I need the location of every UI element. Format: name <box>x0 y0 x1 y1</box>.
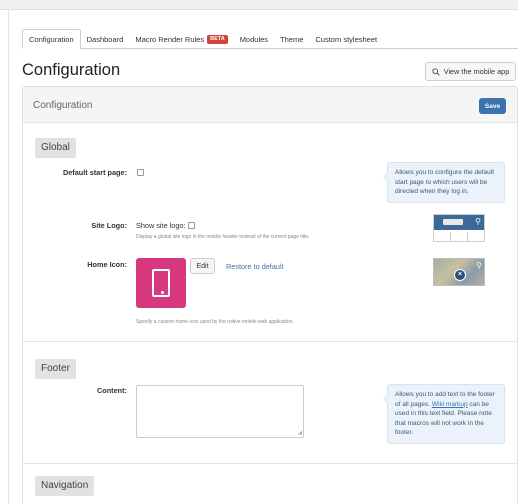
beta-badge: BETA <box>207 34 228 44</box>
view-mobile-app-button[interactable]: View the mobile app <box>425 62 516 81</box>
tab-label: Modules <box>239 34 269 44</box>
search-icon: ⚲ <box>475 217 481 226</box>
tab-label: Configuration <box>29 34 74 44</box>
home-icon-description: Specify a custom home icon used by the n… <box>136 319 294 325</box>
search-icon: ⚲ <box>476 261 482 270</box>
page-title: Configuration <box>22 61 121 79</box>
default-start-page-help: Allows you to configure the default star… <box>383 162 505 203</box>
tab-bar: Configuration Dashboard Macro Render Rul… <box>22 29 383 49</box>
site-logo-label: Site Logo: <box>91 221 127 230</box>
tab-modules[interactable]: Modules <box>234 29 274 49</box>
search-icon <box>432 67 440 76</box>
tab-theme[interactable]: Theme <box>274 29 309 49</box>
default-start-page-label: Default start page: <box>62 168 127 177</box>
wiki-markup-link[interactable]: Wiki markup <box>432 401 468 408</box>
phone-dot <box>161 291 164 294</box>
left-border <box>8 10 9 504</box>
panel-title: Configuration <box>33 100 93 111</box>
show-site-logo-label: Show site logo: <box>136 221 186 230</box>
section-heading-footer: Footer <box>35 359 76 379</box>
preview-cell <box>451 232 468 241</box>
footer-content-textarea[interactable]: ◢ <box>136 385 304 438</box>
top-bar <box>0 0 518 10</box>
section-divider <box>23 341 517 342</box>
site-logo-preview: ⚲ <box>433 214 485 242</box>
home-icon-label: Home Icon: <box>87 260 127 269</box>
section-divider <box>23 463 517 464</box>
tab-dashboard[interactable]: Dashboard <box>81 29 130 49</box>
preview-logo <box>443 219 463 225</box>
tab-custom-stylesheet[interactable]: Custom stylesheet <box>309 29 383 49</box>
footer-help: Allows you to add text to the footer of … <box>383 384 505 444</box>
home-icon-image <box>136 258 186 308</box>
phone-icon <box>152 269 170 297</box>
tab-label: Dashboard <box>86 34 124 44</box>
tab-macro-render-rules[interactable]: Macro Render Rules BETA <box>129 29 233 49</box>
section-heading-navigation: Navigation <box>35 476 95 496</box>
view-mobile-app-label: View the mobile app <box>443 67 510 76</box>
tab-configuration[interactable]: Configuration <box>22 29 81 49</box>
panel-header: Configuration Save <box>23 87 517 123</box>
footer-content-label: Content: <box>97 386 127 395</box>
edit-home-icon-button[interactable]: Edit <box>190 258 215 274</box>
configuration-panel: Configuration Save Global Default start … <box>22 86 518 504</box>
preview-cell <box>434 232 451 241</box>
home-icon-preview: × ⚲ <box>433 258 485 286</box>
tab-label: Custom stylesheet <box>315 34 378 44</box>
site-logo-description: Display a global site logo in the mobile… <box>136 234 310 240</box>
default-start-page-checkbox[interactable] <box>137 169 144 176</box>
show-site-logo-checkbox[interactable] <box>188 222 195 229</box>
save-button[interactable]: Save <box>479 98 506 114</box>
section-heading-global: Global <box>35 138 76 158</box>
resize-grip-icon[interactable]: ◢ <box>298 430 302 436</box>
tab-label: Macro Render Rules <box>135 34 205 44</box>
tab-label: Theme <box>280 34 304 44</box>
close-icon: × <box>454 269 466 281</box>
restore-default-link[interactable]: Restore to default <box>226 262 284 271</box>
